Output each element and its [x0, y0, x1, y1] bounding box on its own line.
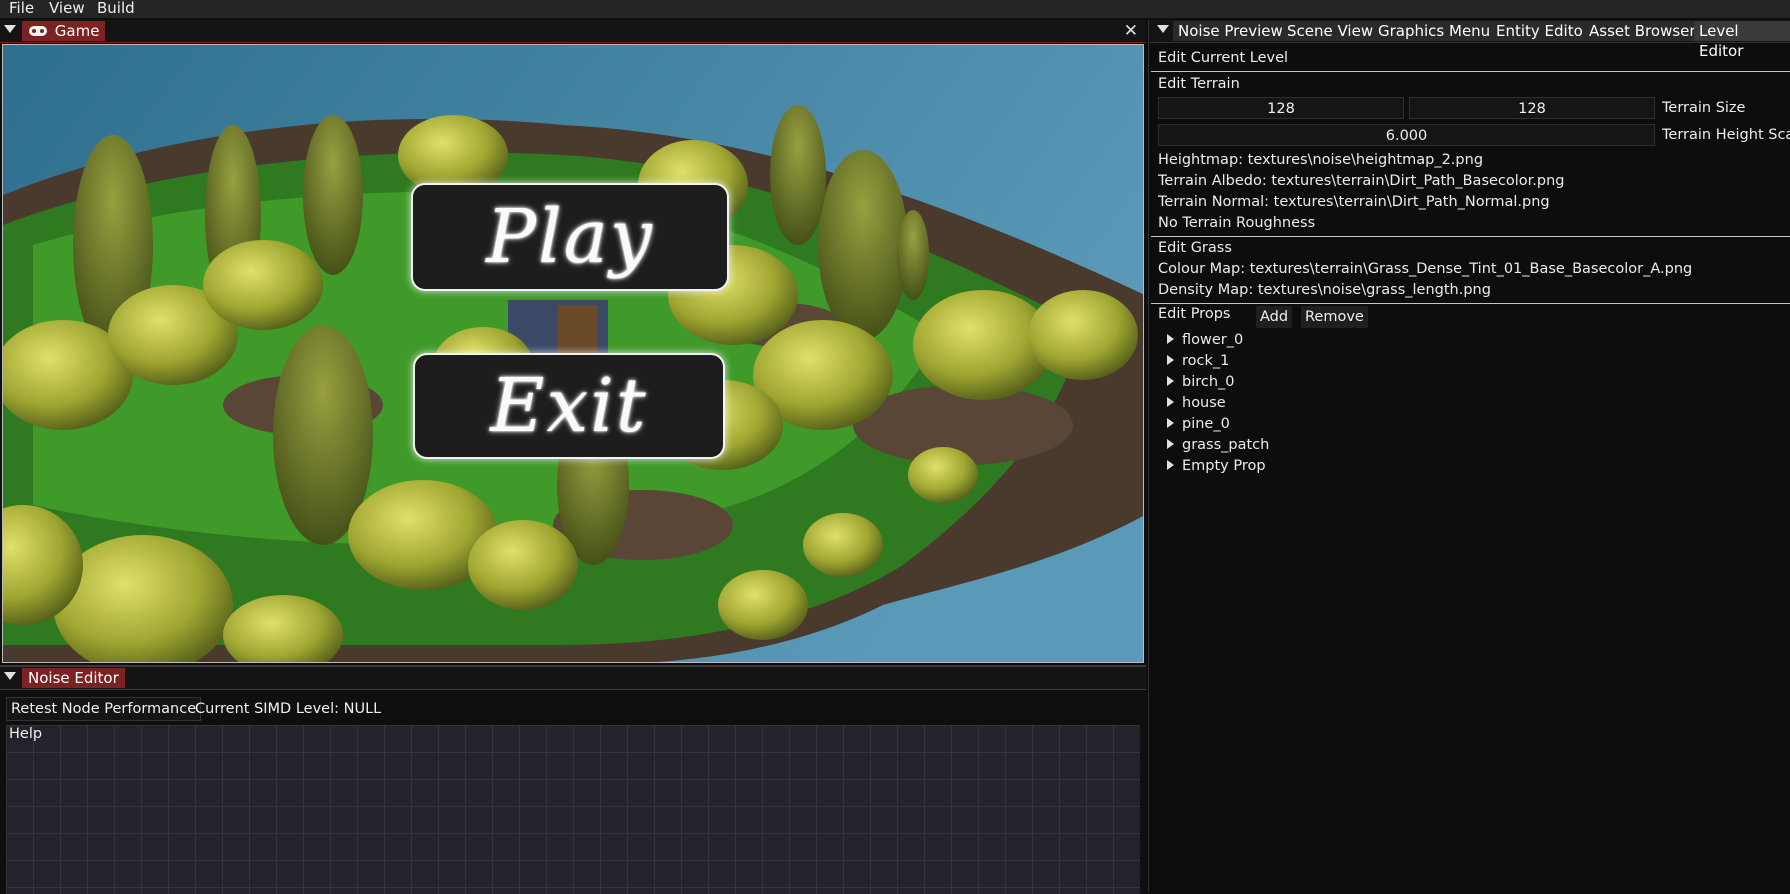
- game-tab-bar: Game ✕: [0, 20, 1146, 43]
- prop-tree-node[interactable]: pine_0: [1167, 415, 1230, 434]
- terrain-roughness-path: No Terrain Roughness: [1158, 215, 1316, 231]
- simd-level-label: Current SIMD Level: NULL: [195, 701, 382, 717]
- terrain-height-scale-label: Terrain Height Scale: [1662, 127, 1790, 143]
- expand-arrow-icon[interactable]: [1167, 376, 1174, 386]
- prop-tree-node[interactable]: rock_1: [1167, 352, 1229, 371]
- noise-editor-panel: Noise Editor Retest Node Performance Cur…: [0, 665, 1146, 894]
- expand-arrow-icon[interactable]: [1167, 334, 1174, 344]
- prop-name: house: [1182, 395, 1226, 411]
- tab-noise-preview[interactable]: Noise Preview: [1173, 21, 1288, 41]
- separator: [1151, 303, 1790, 304]
- node-graph-canvas[interactable]: Help: [6, 725, 1140, 894]
- help-menu[interactable]: Help: [9, 726, 42, 742]
- exit-button[interactable]: Exit: [413, 353, 725, 459]
- menu-file[interactable]: File: [9, 0, 34, 17]
- menu-view[interactable]: View: [49, 0, 85, 17]
- menu-build[interactable]: Build: [97, 0, 135, 17]
- level-editor-panel: Noise Preview Scene View Graphics Menu E…: [1148, 20, 1790, 892]
- prop-name: flower_0: [1182, 332, 1244, 348]
- terrain-size-x-field[interactable]: 128: [1158, 97, 1404, 119]
- separator: [1151, 236, 1790, 237]
- tab-game-label: Game: [54, 22, 100, 40]
- play-button[interactable]: Play: [411, 183, 729, 291]
- edit-current-level-header: Edit Current Level: [1158, 50, 1289, 66]
- prop-tree-node[interactable]: grass_patch: [1167, 436, 1269, 455]
- tab-graphics-menu[interactable]: Graphics Menu: [1373, 21, 1496, 41]
- noise-tab-bar: Noise Editor: [0, 667, 1146, 690]
- tab-game[interactable]: Game: [22, 21, 106, 41]
- prop-name: pine_0: [1182, 416, 1230, 432]
- density-map-path: Density Map: textures\noise\grass_length…: [1158, 282, 1491, 298]
- tab-noise-editor[interactable]: Noise Editor: [22, 668, 125, 688]
- close-icon[interactable]: ✕: [1124, 22, 1138, 40]
- exit-label: Exit: [490, 363, 648, 449]
- prop-tree-node[interactable]: birch_0: [1167, 373, 1235, 392]
- heightmap-path: Heightmap: textures\noise\heightmap_2.pn…: [1158, 152, 1484, 168]
- prop-tree-node[interactable]: flower_0: [1167, 331, 1243, 350]
- right-tab-bar: Noise Preview Scene View Graphics Menu E…: [1149, 20, 1790, 60]
- game-panel: Game ✕ Play Exit: [0, 20, 1146, 665]
- tab-scene-view[interactable]: Scene View: [1282, 21, 1379, 41]
- separator: [1151, 71, 1790, 72]
- prop-tree-node[interactable]: Empty Prop: [1167, 457, 1266, 476]
- collapse-arrow-icon[interactable]: [4, 25, 16, 33]
- prop-tree-node[interactable]: house: [1167, 394, 1226, 413]
- terrain-height-scale-field[interactable]: 6.000: [1158, 124, 1655, 146]
- prop-name: birch_0: [1182, 374, 1235, 390]
- collapse-arrow-icon[interactable]: [4, 672, 16, 680]
- expand-arrow-icon[interactable]: [1167, 439, 1174, 449]
- expand-arrow-icon[interactable]: [1167, 397, 1174, 407]
- gamepad-icon: [29, 26, 47, 36]
- tab-asset-browser[interactable]: Asset Browser: [1584, 21, 1701, 41]
- edit-props-header: Edit Props: [1158, 306, 1231, 322]
- game-viewport[interactable]: Play Exit: [2, 44, 1144, 663]
- menu-bar: File View Build: [0, 0, 1790, 18]
- terrain-albedo-path: Terrain Albedo: textures\terrain\Dirt_Pa…: [1158, 173, 1565, 189]
- terrain-size-y-field[interactable]: 128: [1409, 97, 1655, 119]
- prop-name: Empty Prop: [1182, 458, 1266, 474]
- tab-level-editor[interactable]: Level Editor: [1694, 21, 1790, 60]
- collapse-arrow-icon[interactable]: [1157, 25, 1169, 33]
- prop-name: rock_1: [1182, 353, 1230, 369]
- edit-grass-header: Edit Grass: [1158, 240, 1232, 256]
- tab-entity-editor[interactable]: Entity Editor: [1491, 21, 1594, 41]
- expand-arrow-icon[interactable]: [1167, 460, 1174, 470]
- play-label: Play: [486, 194, 654, 280]
- terrain-normal-path: Terrain Normal: textures\terrain\Dirt_Pa…: [1158, 194, 1550, 210]
- retest-node-performance-button[interactable]: Retest Node Performance: [6, 697, 202, 721]
- expand-arrow-icon[interactable]: [1167, 418, 1174, 428]
- terrain-size-label: Terrain Size: [1662, 100, 1746, 116]
- prop-name: grass_patch: [1182, 437, 1270, 453]
- add-prop-button[interactable]: Add: [1256, 306, 1293, 328]
- edit-terrain-header: Edit Terrain: [1158, 76, 1240, 92]
- expand-arrow-icon[interactable]: [1167, 355, 1174, 365]
- colour-map-path: Colour Map: textures\terrain\Grass_Dense…: [1158, 261, 1693, 277]
- remove-prop-button[interactable]: Remove: [1301, 306, 1368, 328]
